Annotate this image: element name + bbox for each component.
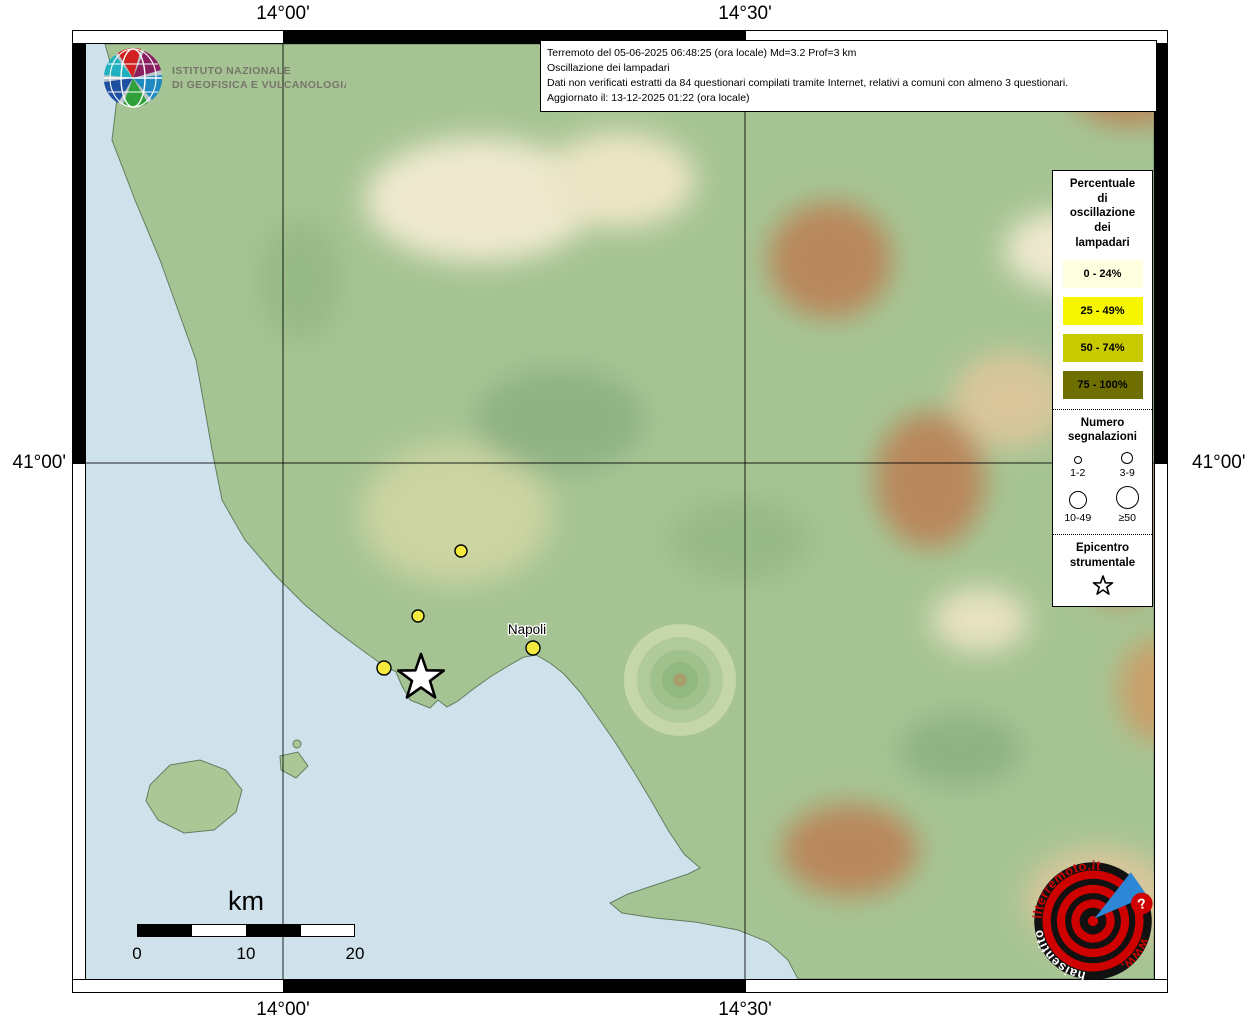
axis-label-bottom-14-30: 14°30' [718, 999, 772, 1021]
legend-swatch-50-74: 50 - 74% [1063, 334, 1143, 362]
legend-title-line: lampadari [1053, 236, 1152, 251]
legend-title: Percentuale di oscillazione dei lampadar… [1053, 177, 1152, 251]
signals-title-line: segnalazioni [1053, 430, 1152, 445]
axis-label-bottom-14-00: 14°00' [256, 999, 310, 1021]
event-disclaimer: Dati non verificati estratti da 84 quest… [547, 76, 1150, 91]
signal-circle-icon [1116, 486, 1139, 509]
vesuvius-cone [624, 624, 736, 736]
ingv-name-line1: ISTITUTO NAZIONALE [172, 65, 291, 77]
axis-label-top-14-00: 14°00' [256, 3, 310, 25]
scalebar-segment [301, 925, 354, 936]
ingv-globe-icon [104, 48, 162, 107]
haisentitoilterremoto-logo: ? haisentito ilterremoto.it www. [1026, 854, 1160, 988]
ingv-name-line2: DI GEOFISICA E VULCANOLOGIA [172, 79, 346, 91]
signal-size-3-9: 3-9 [1104, 452, 1150, 479]
legend-title-line: oscillazione [1053, 206, 1152, 221]
signal-circle-icon [1074, 456, 1082, 464]
axis-label-left-41-00: 41°00' [2, 452, 66, 474]
epicenter-title-line: strumentale [1053, 556, 1152, 571]
scalebar-segment [138, 925, 192, 936]
signal-size-label: 10-49 [1064, 512, 1091, 524]
felt-report-map-page: Napoli 14°00' 14°30' 14°00' 14°30' 41°00… [0, 0, 1254, 1024]
city-label-napoli: Napoli [508, 622, 546, 637]
scalebar [137, 924, 355, 937]
axis-label-top-14-30: 14°30' [718, 3, 772, 25]
islet [293, 740, 301, 748]
legend-title-line: di [1053, 192, 1152, 207]
frame-left-lower [72, 463, 86, 993]
signal-size-label: 3-9 [1120, 467, 1135, 479]
felt-report-dot [526, 641, 540, 655]
event-summary: Terremoto del 05-06-2025 06:48:25 (ora l… [547, 46, 1150, 61]
felt-report-dot [455, 545, 467, 557]
legend-title-line: dei [1053, 221, 1152, 236]
frame-bottom-left [72, 979, 284, 993]
signal-size-10-49: 10-49 [1055, 491, 1101, 524]
event-info-box: Terremoto del 05-06-2025 06:48:25 (ora l… [540, 40, 1157, 112]
signal-size-50plus: ≥50 [1104, 486, 1150, 524]
event-effect: Oscillazione dei lampadari [547, 61, 1150, 76]
legend-epicenter-star-icon [1090, 572, 1116, 598]
signal-size-label: ≥50 [1119, 512, 1136, 524]
signals-title-line: Numero [1053, 416, 1152, 431]
terrain-map: Napoli [86, 44, 1154, 979]
scalebar-unit: km [186, 886, 306, 917]
axis-label-right-41-00: 41°00' [1192, 452, 1246, 474]
frame-left-upper [72, 30, 86, 464]
scalebar-label-20: 20 [335, 944, 375, 964]
felt-report-dot [377, 661, 391, 675]
epicenter-title-line: Epicentro [1053, 541, 1152, 556]
legend-panel: Percentuale di oscillazione dei lampadar… [1052, 170, 1153, 607]
legend-swatch-0-24: 0 - 24% [1063, 260, 1143, 288]
ingv-logo: ISTITUTO NAZIONALE DI GEOFISICA E VULCAN… [96, 44, 346, 114]
frame-top-left [72, 30, 284, 44]
scalebar-segment [192, 925, 246, 936]
felt-report-dot [412, 610, 424, 622]
scalebar-label-0: 0 [117, 944, 157, 964]
signal-circle-icon [1121, 452, 1133, 464]
event-updated: Aggiornato il: 13-12-2025 01:22 (ora loc… [547, 91, 1150, 106]
scalebar-segment [247, 925, 301, 936]
signals-section: Numero segnalazioni 1-2 3-9 10-49 [1053, 409, 1152, 524]
signal-size-label: 1-2 [1070, 467, 1085, 479]
frame-bottom-middle [283, 979, 746, 993]
signal-size-1-2: 1-2 [1055, 456, 1101, 479]
legend-swatch-75-100: 75 - 100% [1063, 371, 1143, 399]
legend-title-line: Percentuale [1053, 177, 1152, 192]
scalebar-label-10: 10 [226, 944, 266, 964]
signal-circle-icon [1069, 491, 1087, 509]
epicenter-section: Epicentro strumentale [1053, 534, 1152, 598]
legend-swatch-25-49: 25 - 49% [1063, 297, 1143, 325]
